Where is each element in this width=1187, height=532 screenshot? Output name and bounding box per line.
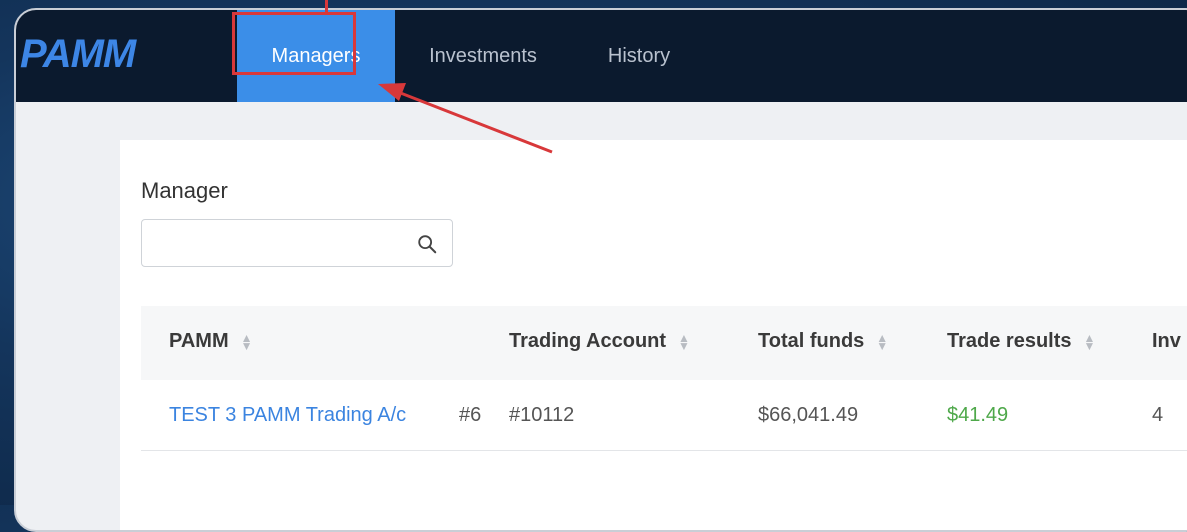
pamm-name-link[interactable]: TEST 3 PAMM Trading A/c [169,404,406,427]
pamm-id: #6 [459,404,482,426]
search-icon[interactable] [416,233,438,255]
trade-results: $41.49 [947,404,1009,426]
column-header-pamm[interactable]: PAMM ▲ ▼ [169,330,253,353]
column-header-label: PAMM [169,330,229,352]
column-header-label: Trading Account [509,330,667,352]
app-window: PAMM Managers Investments History [14,8,1187,532]
sort-icon[interactable]: ▲ ▼ [678,332,690,352]
column-header-trade-results[interactable]: Trade results ▲ ▼ [947,330,1095,353]
logo: PAMM [20,32,136,76]
investors-count: 4 [1152,404,1164,426]
column-header-label: Trade results [947,330,1072,352]
column-header-label: Total funds [758,330,865,352]
trading-account: #10112 [509,404,575,426]
sort-icon[interactable]: ▲ ▼ [876,332,888,352]
table-row[interactable]: TEST 3 PAMM Trading A/c #6 #10112 $66,04… [141,380,1187,451]
column-header-trading-account[interactable]: Trading Account ▲ ▼ [509,330,690,353]
sort-icon[interactable]: ▲ ▼ [241,332,253,352]
top-nav: PAMM Managers Investments History [16,10,1187,102]
annotation-highlight-box [232,12,356,75]
tab-investments[interactable]: Investments [408,10,558,102]
column-header-total-funds[interactable]: Total funds ▲ ▼ [758,330,888,353]
annotation-pointer-line [325,0,328,12]
total-funds: $66,041.49 [758,404,859,426]
manager-search-field[interactable] [141,219,453,267]
manager-label: Manager [141,178,228,203]
manager-search-input[interactable] [150,228,404,260]
sort-icon[interactable]: ▲ ▼ [1084,332,1096,352]
table-header: PAMM ▲ ▼ Trading Account ▲ ▼ Total funds ▲ ▼ T… [141,306,1187,380]
tab-history[interactable]: History [584,10,694,102]
column-header-investors[interactable]: Inv [1152,330,1181,353]
